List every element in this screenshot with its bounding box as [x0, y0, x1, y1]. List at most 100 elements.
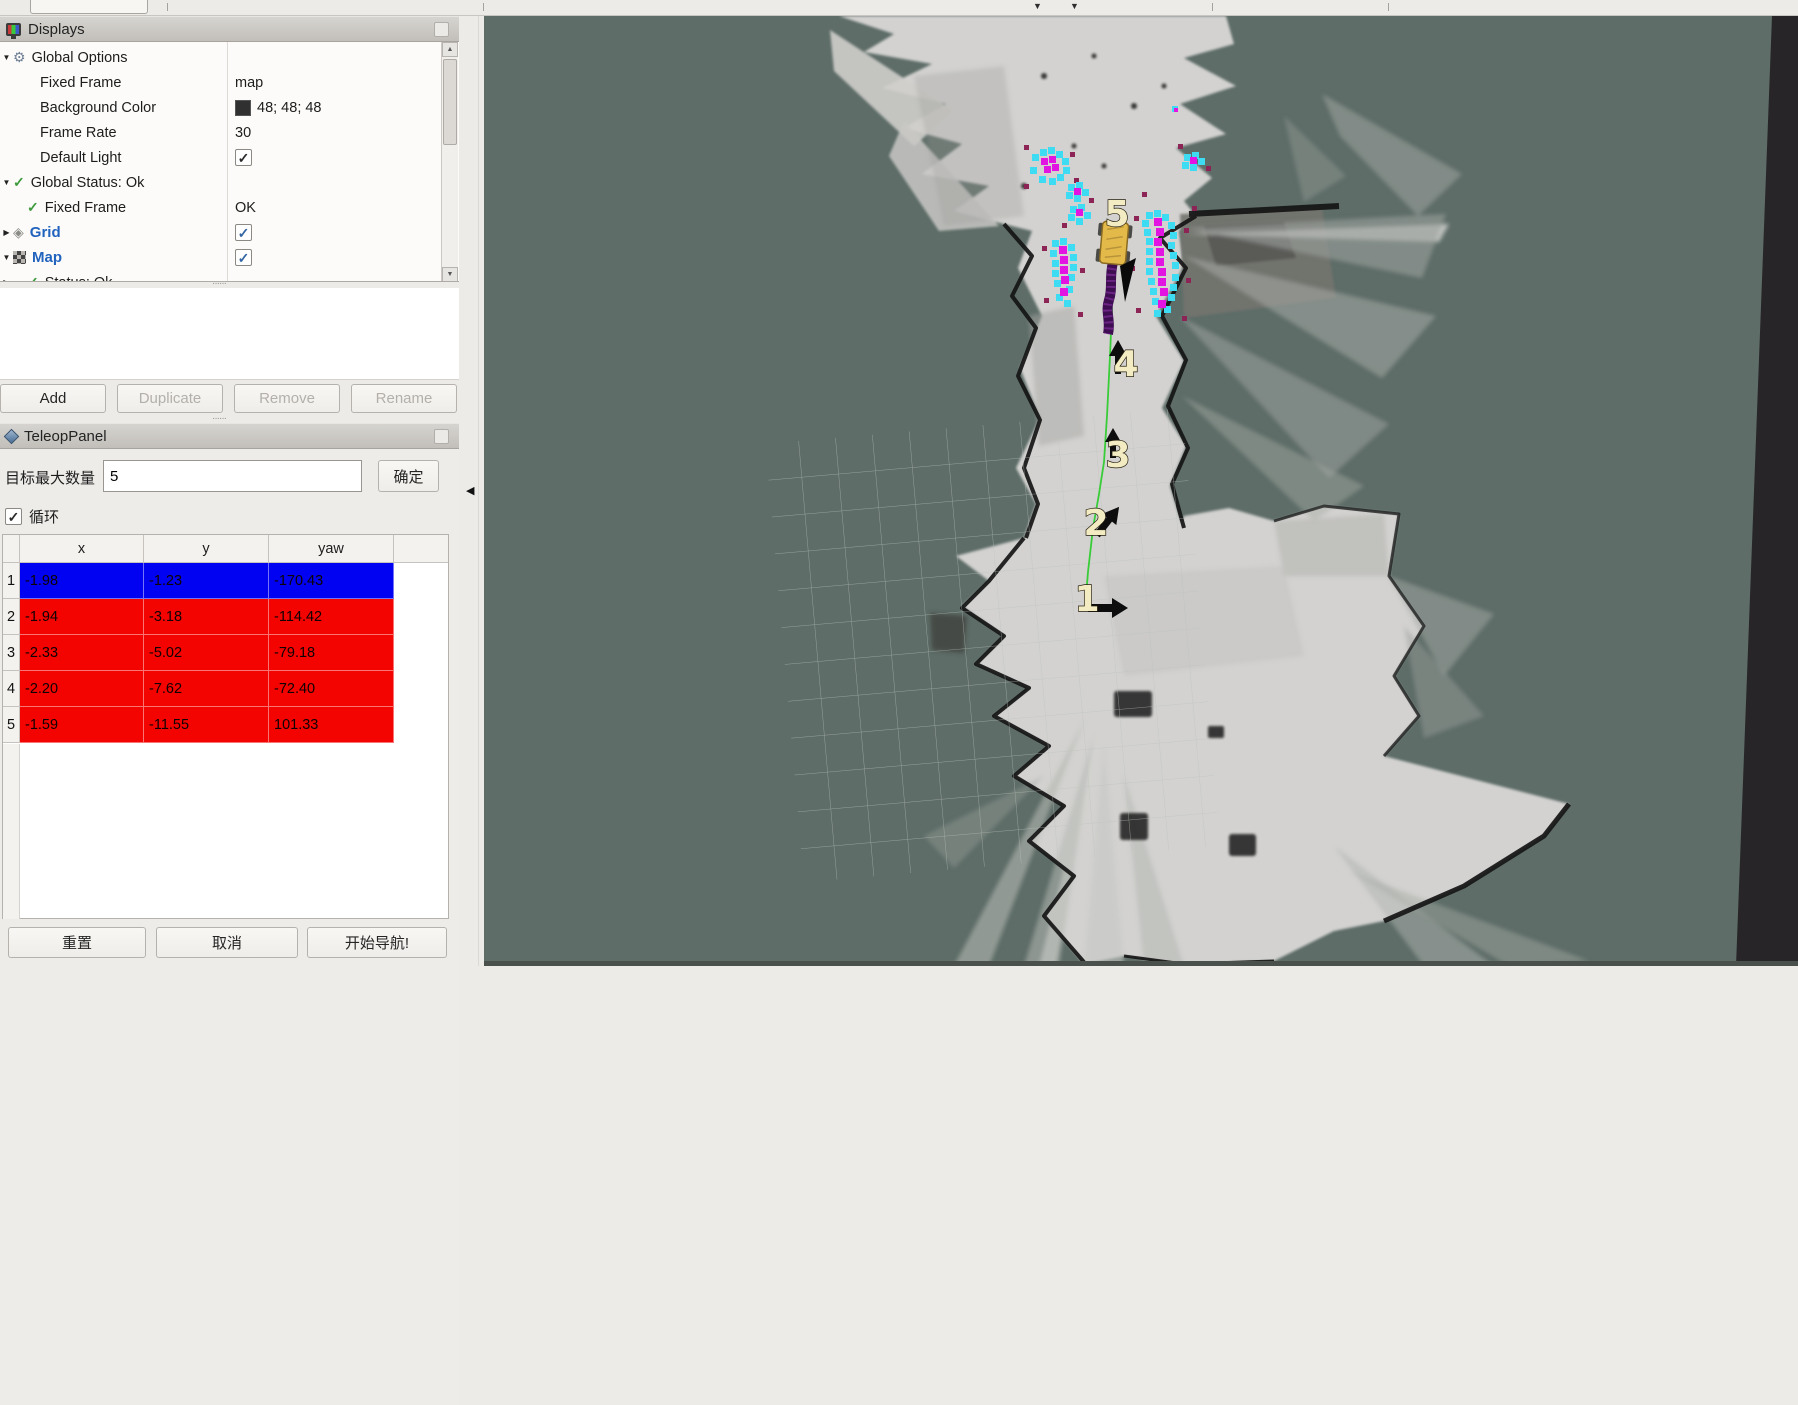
chevron-down-icon[interactable]: ▼ [1070, 1, 1079, 11]
grid-enabled-checkbox[interactable]: ✓ [235, 224, 252, 241]
tree-row-global-status[interactable]: ▼ ✓ Global Status: Ok [0, 170, 459, 195]
tree-scrollbar[interactable]: ▲ ▼ [441, 42, 458, 282]
toolbar-separator [1388, 3, 1389, 11]
cell-yaw[interactable]: -72.40 [269, 671, 394, 707]
left-panel-column: Displays ▼ ⚙ Global Options Fixed Frame … [0, 16, 459, 972]
max-goal-label: 目标最大数量 [5, 467, 95, 488]
loop-checkbox[interactable]: ✓ [5, 508, 22, 525]
displays-icon [6, 23, 21, 36]
expander-open-icon[interactable]: ▼ [0, 253, 13, 262]
column-header-x[interactable]: x [20, 535, 144, 562]
start-navigation-button[interactable]: 开始导航! [307, 927, 447, 958]
add-display-button[interactable]: Add [0, 384, 106, 413]
cell-x[interactable]: -2.20 [20, 671, 144, 707]
duplicate-display-button[interactable]: Duplicate [117, 384, 223, 413]
cell-y[interactable]: -7.62 [144, 671, 269, 707]
displays-panel-header[interactable]: Displays [0, 16, 459, 42]
column-header-y[interactable]: y [144, 535, 269, 562]
rviz-3d-view[interactable]: 5 4 3 2 1 [484, 16, 1798, 966]
checkmark-icon: ✓ [238, 151, 250, 165]
corner-header-cell [3, 535, 20, 562]
color-swatch [235, 100, 251, 116]
checkmark-icon: ✓ [8, 510, 20, 524]
row-header[interactable]: 4 [3, 671, 20, 707]
toolbar-separator [1212, 3, 1213, 11]
tree-label: Fixed Frame [40, 75, 121, 91]
displays-panel-title: Displays [28, 21, 85, 38]
cell-y[interactable]: -11.55 [144, 707, 269, 743]
tree-row-global-options[interactable]: ▼ ⚙ Global Options [0, 45, 459, 70]
teleop-panel-title: TeleopPanel [24, 428, 107, 445]
waypoint-label-5: 5 [1104, 194, 1129, 235]
chevron-down-icon[interactable]: ▼ [1033, 1, 1042, 11]
row-header[interactable]: 1 [3, 563, 20, 599]
tree-row-map-status-clipped[interactable]: ▶ ✓ Status: Ok [0, 270, 459, 282]
row-header[interactable]: 2 [3, 599, 20, 635]
tree-row-background-color[interactable]: Background Color 48; 48; 48 [0, 95, 459, 120]
rename-display-button[interactable]: Rename [351, 384, 457, 413]
expander-open-icon[interactable]: ▼ [0, 53, 13, 62]
cell-x[interactable]: -1.98 [20, 563, 144, 599]
cell-y[interactable]: -5.02 [144, 635, 269, 671]
table-row[interactable]: 5 -1.59 -11.55 101.33 [3, 707, 448, 743]
scroll-down-icon[interactable]: ▼ [442, 267, 458, 282]
fixed-frame-value[interactable]: map [235, 70, 263, 95]
reset-button[interactable]: 重置 [8, 927, 146, 958]
scrollbar-thumb[interactable] [443, 59, 457, 145]
teleop-panel-header[interactable]: TeleopPanel [0, 423, 459, 449]
cancel-button[interactable]: 取消 [156, 927, 298, 958]
cell-x[interactable]: -1.59 [20, 707, 144, 743]
toolbar-separator [167, 3, 168, 11]
column-header-yaw[interactable]: yaw [269, 535, 394, 562]
view-bottom-line [484, 961, 1798, 966]
tree-row-fixed-frame[interactable]: Fixed Frame map [0, 70, 459, 95]
tree-row-status-fixed-frame[interactable]: ✓ Fixed Frame OK [0, 195, 459, 220]
tree-label: Background Color [40, 100, 156, 116]
cell-yaw[interactable]: -79.18 [269, 635, 394, 671]
splitter-dots-icon: ······ [212, 278, 226, 289]
confirm-button[interactable]: 确定 [378, 460, 439, 492]
map-enabled-checkbox[interactable]: ✓ [235, 249, 252, 266]
cell-y[interactable]: -3.18 [144, 599, 269, 635]
table-row[interactable]: 4 -2.20 -7.62 -72.40 [3, 671, 448, 707]
tree-row-frame-rate[interactable]: Frame Rate 30 [0, 120, 459, 145]
panel-float-button[interactable] [434, 22, 449, 37]
expander-open-icon[interactable]: ▼ [0, 178, 13, 187]
row-header[interactable]: 5 [3, 707, 20, 743]
cell-yaw[interactable]: 101.33 [269, 707, 394, 743]
toolbar-partial-button[interactable] [30, 0, 148, 14]
row-header[interactable]: 3 [3, 635, 20, 671]
cell-x[interactable]: -2.33 [20, 635, 144, 671]
map-canvas: 5 4 3 2 1 [484, 16, 1798, 966]
panel-splitter-line[interactable] [478, 16, 479, 966]
table-row[interactable]: 2 -1.94 -3.18 -114.42 [3, 599, 448, 635]
max-goal-input[interactable] [103, 460, 362, 492]
cell-x[interactable]: -1.94 [20, 599, 144, 635]
cell-yaw[interactable]: -170.43 [269, 563, 394, 599]
cell-y[interactable]: -1.23 [144, 563, 269, 599]
horizontal-splitter[interactable]: ······ [0, 282, 459, 288]
grid-icon: ◈ [13, 224, 24, 241]
fixed-frame-status-value: OK [235, 195, 256, 220]
tree-row-map[interactable]: ▼ Map ✓ [0, 245, 459, 270]
panel-float-button[interactable] [434, 429, 449, 444]
default-light-checkbox[interactable]: ✓ [235, 149, 252, 166]
waypoint-table-header: x y yaw [3, 535, 448, 563]
waypoint-label-1: 1 [1074, 579, 1099, 620]
panel-collapse-icon[interactable]: ◀ [466, 484, 474, 497]
background-color-value[interactable]: 48; 48; 48 [235, 95, 322, 120]
map-icon [13, 251, 26, 264]
frame-rate-value[interactable]: 30 [235, 120, 251, 145]
tree-label: Frame Rate [40, 125, 117, 141]
remove-display-button[interactable]: Remove [234, 384, 340, 413]
table-row[interactable]: 1 -1.98 -1.23 -170.43 [3, 563, 448, 599]
cell-yaw[interactable]: -114.42 [269, 599, 394, 635]
scroll-up-icon[interactable]: ▲ [442, 42, 458, 57]
teleop-panel-body: 目标最大数量 确定 ✓ 循环 x y yaw 1 -1.98 -1.23 -17… [0, 449, 459, 1405]
table-row[interactable]: 3 -2.33 -5.02 -79.18 [3, 635, 448, 671]
tree-row-default-light[interactable]: Default Light ✓ [0, 145, 459, 170]
color-swatch-text: 48; 48; 48 [257, 100, 322, 116]
tree-row-grid[interactable]: ▶ ◈ Grid ✓ [0, 220, 459, 245]
expander-closed-icon[interactable]: ▶ [0, 228, 13, 237]
displays-button-row: Add Duplicate Remove Rename [0, 380, 459, 417]
